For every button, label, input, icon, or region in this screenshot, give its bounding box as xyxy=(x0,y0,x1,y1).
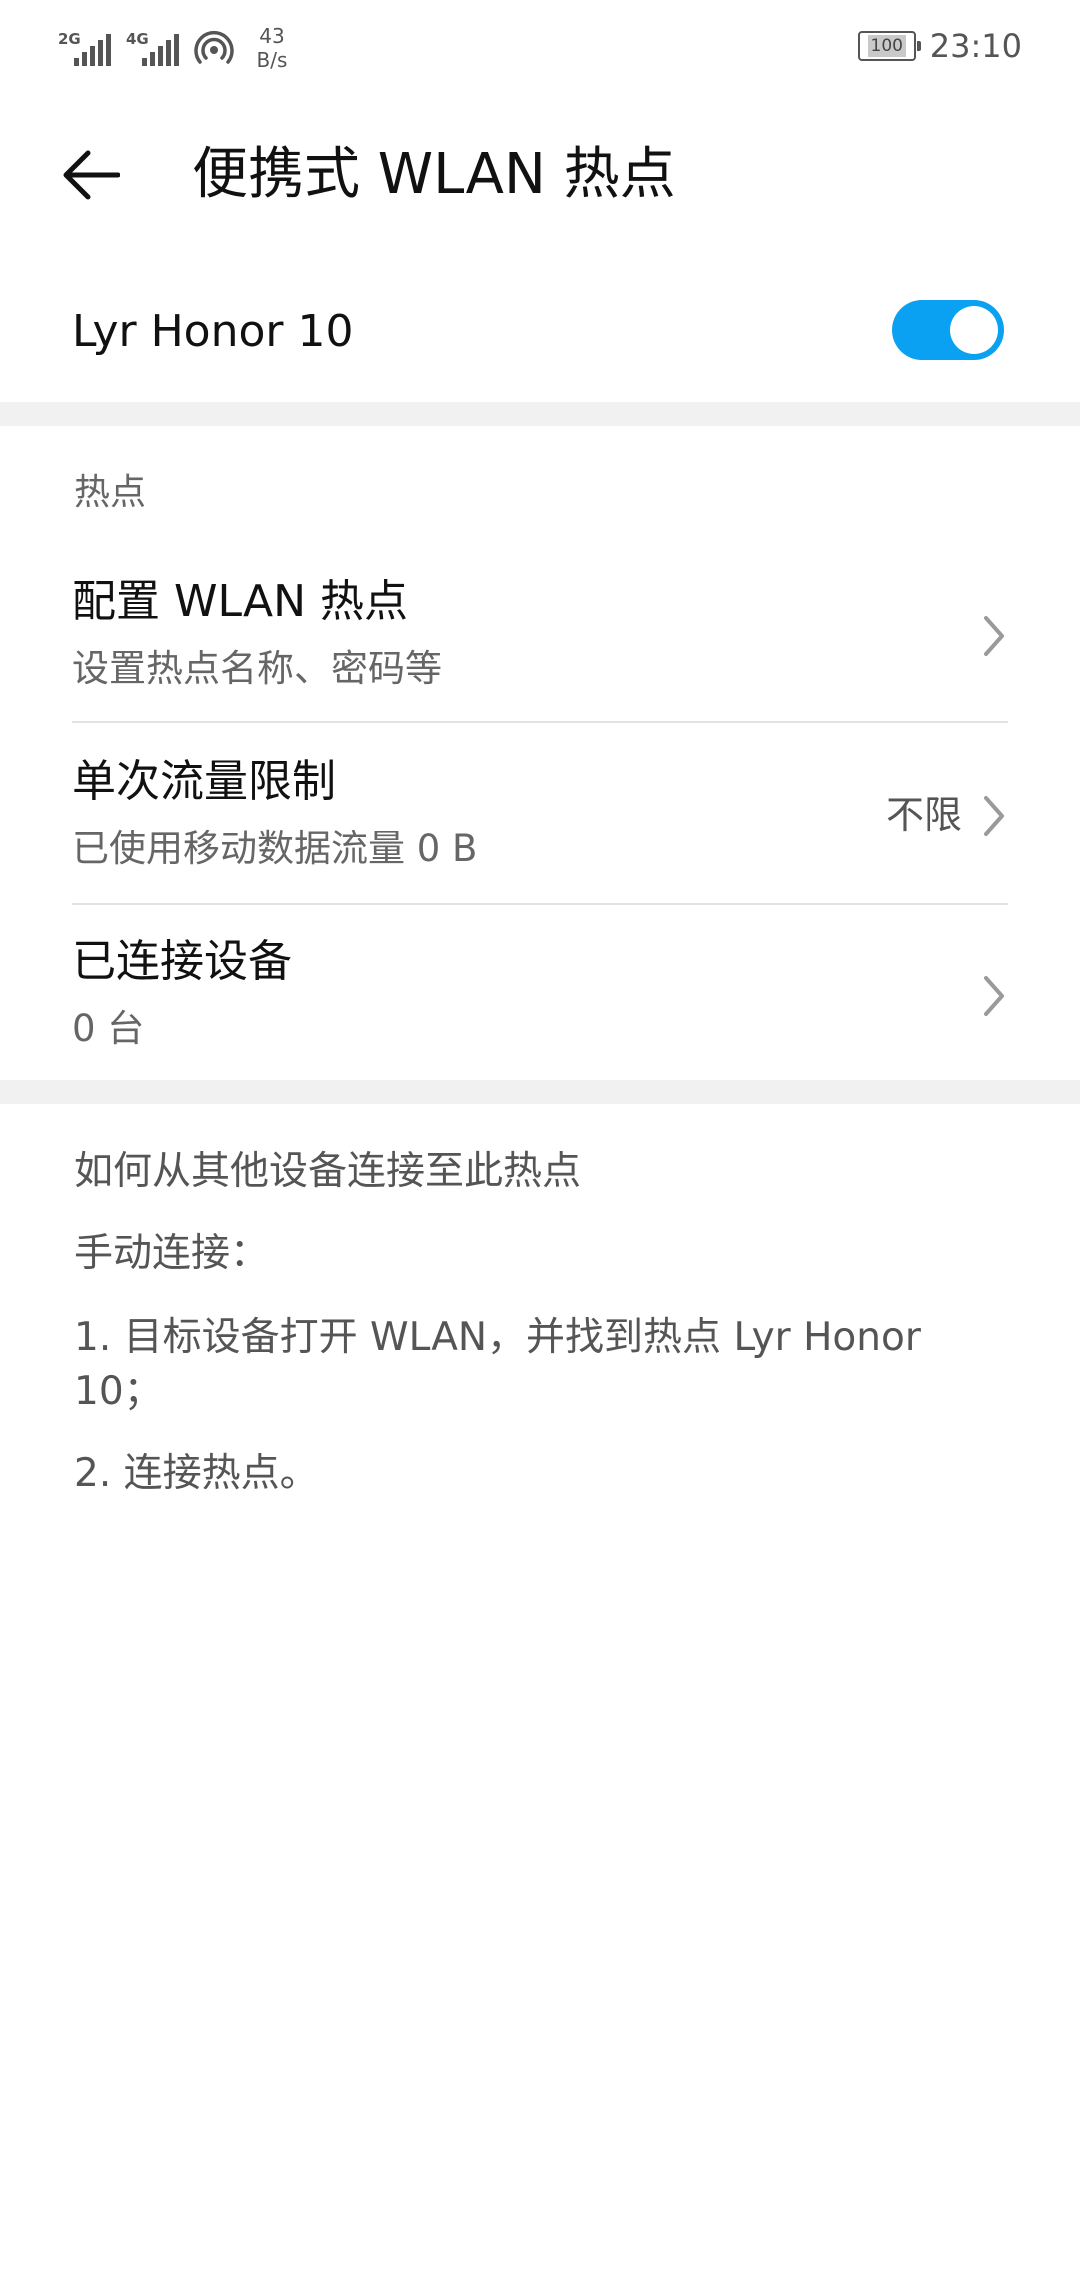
chevron-right-icon xyxy=(984,616,1004,656)
back-button[interactable] xyxy=(62,140,152,210)
section-header: 热点 xyxy=(74,472,147,513)
help-section: 如何从其他设备连接至此热点 手动连接： 1. 目标设备打开 WLAN，并找到热点… xyxy=(74,1145,974,1501)
chevron-right-icon xyxy=(984,976,1004,1016)
help-step-1-line-2: 10； xyxy=(74,1369,163,1414)
page-title: 便携式 WLAN 热点 xyxy=(192,142,676,207)
item-title: 已连接设备 xyxy=(72,936,292,987)
speed-value: 43 xyxy=(259,24,285,48)
network-speed: 43 B/s xyxy=(250,24,294,72)
item-subtitle: 0 台 xyxy=(72,1007,145,1050)
help-step-1-line-1: 1. 目标设备打开 WLAN，并找到热点 Lyr Honor xyxy=(74,1315,921,1360)
status-bar: 2G 4G 43 B/s 100 23:10 xyxy=(0,0,1080,92)
speed-unit: B/s xyxy=(256,48,288,72)
list-separator xyxy=(72,903,1008,905)
help-step-1: 1. 目标设备打开 WLAN，并找到热点 Lyr Honor 10； xyxy=(74,1311,974,1419)
screen: 2G 4G 43 B/s 100 23:10 便携式 WLAN 热点 Lyr H… xyxy=(0,0,1080,2280)
chevron-right-icon xyxy=(984,796,1004,836)
list-item-data-limit[interactable]: 单次流量限制 已使用移动数据流量 0 B 不限 xyxy=(0,726,1080,902)
help-step-2: 2. 连接热点。 xyxy=(74,1451,319,1496)
status-bar-left: 2G 4G 43 B/s xyxy=(58,18,294,78)
arrow-left-icon xyxy=(63,150,120,200)
help-title: 如何从其他设备连接至此热点 xyxy=(74,1149,582,1194)
toggle-knob xyxy=(950,306,998,354)
hotspot-toggle[interactable] xyxy=(892,300,1004,360)
list-separator xyxy=(72,721,1008,723)
item-title: 配置 WLAN 热点 xyxy=(72,576,409,627)
hotspot-name: Lyr Honor 10 xyxy=(72,306,354,357)
signal-4g-icon: 4G xyxy=(126,26,182,70)
item-title: 单次流量限制 xyxy=(72,756,336,807)
title-bar: 便携式 WLAN 热点 xyxy=(0,120,1080,230)
item-subtitle: 已使用移动数据流量 0 B xyxy=(72,827,478,870)
clock: 23:10 xyxy=(929,27,1022,65)
hotspot-master-row[interactable]: Lyr Honor 10 xyxy=(0,270,1080,400)
item-value: 不限 xyxy=(885,793,962,837)
signal-2g-icon: 2G xyxy=(58,26,114,70)
section-divider xyxy=(0,402,1080,426)
hotspot-status-icon xyxy=(194,31,234,64)
section-divider xyxy=(0,1080,1080,1104)
item-subtitle: 设置热点名称、密码等 xyxy=(72,647,442,690)
list-item-configure-hotspot[interactable]: 配置 WLAN 热点 设置热点名称、密码等 xyxy=(0,546,1080,722)
help-manual-label: 手动连接： xyxy=(74,1231,270,1276)
battery-icon: 100 xyxy=(857,31,921,61)
battery-level: 100 xyxy=(867,35,906,57)
list-item-connected-devices[interactable]: 已连接设备 0 台 xyxy=(0,906,1080,1082)
status-bar-right: 100 23:10 xyxy=(857,24,1022,68)
